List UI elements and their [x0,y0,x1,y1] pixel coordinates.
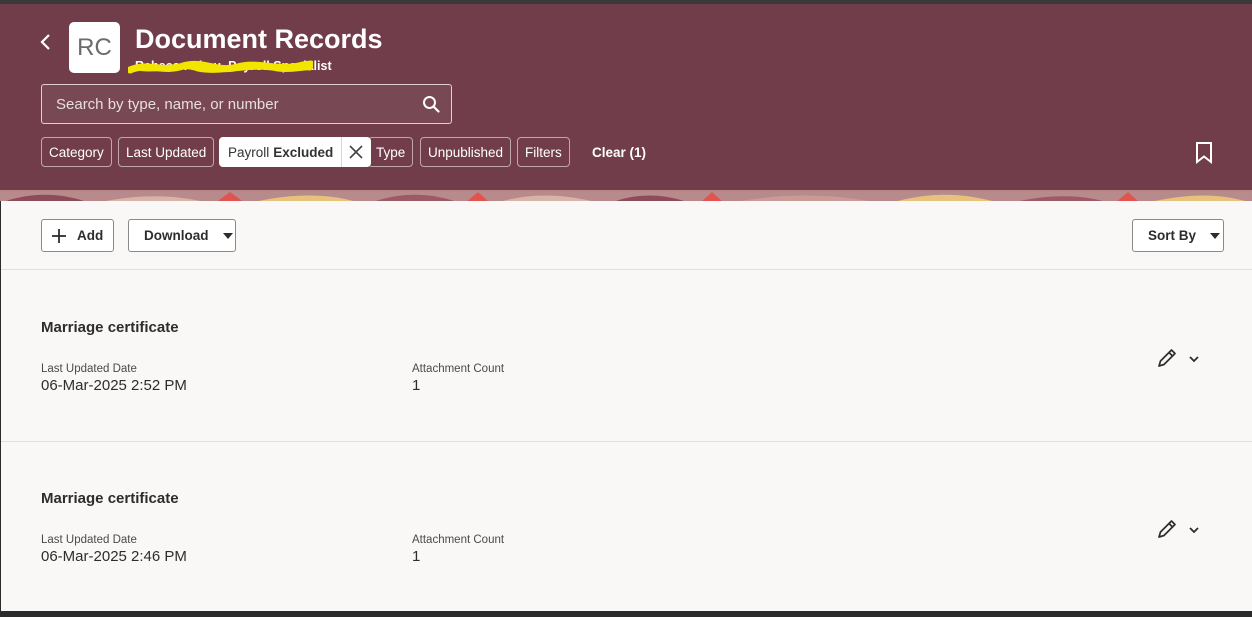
last-updated-label: Last Updated Date [41,534,137,546]
bookmark-icon[interactable] [1192,141,1216,165]
back-button[interactable] [34,28,58,56]
add-button-label: Add [77,228,104,243]
add-button[interactable]: Add [41,219,114,252]
search-button[interactable] [411,85,451,123]
filter-chip-unpublished[interactable]: Unpublished [420,137,512,167]
sort-by-label: Sort By [1148,228,1197,243]
caret-down-icon [222,232,233,239]
caret-down-icon [1210,232,1221,239]
search-icon [423,96,440,113]
chip-label: Last Updated [126,144,207,160]
filter-chip-filters[interactable]: Filters [517,137,570,167]
avatar: RC [69,22,120,73]
chevron-down-icon[interactable] [1187,523,1201,537]
chip-label: Unpublished [428,144,504,160]
chip-label: Filters [525,144,562,160]
chip-label: Payroll [228,144,270,160]
plus-icon [52,228,66,243]
filter-chip-payroll[interactable]: Payroll Excluded [219,137,372,167]
record-title: Marriage certificate [41,319,179,336]
attachment-count-value: 1 [412,548,421,565]
record-title: Marriage certificate [41,490,179,507]
chevron-down-icon[interactable] [1187,352,1201,366]
records-panel: Add Download Sort By Marriage certificat… [1,201,1252,611]
attachment-count-label: Attachment Count [412,363,505,375]
search-input[interactable] [42,85,411,123]
download-button[interactable]: Download [128,219,236,252]
attachment-count-value: 1 [412,377,421,394]
page-title: Document Records [135,24,383,54]
chevron-left-icon [40,34,50,50]
attachment-count-label: Attachment Count [412,534,505,546]
avatar-initials: RC [77,33,112,61]
pencil-icon[interactable] [1156,347,1178,369]
decorative-banner [0,190,1252,201]
list-item[interactable]: Marriage certificate Last Updated Date 0… [1,271,1252,442]
banner-pattern [0,192,1252,201]
chip-value: Excluded [273,144,334,160]
chip-label: Type [376,144,406,160]
search-box [41,84,452,124]
window-bottom-edge [0,611,1252,617]
last-updated-value: 06-Mar-2025 2:52 PM [41,377,187,394]
remove-filter-button[interactable] [342,138,370,166]
chip-label: Category [49,144,104,160]
pencil-icon[interactable] [1156,518,1178,540]
sort-by-button[interactable]: Sort By [1132,219,1224,252]
clear-filters-link[interactable]: Clear (1) [592,145,646,160]
records-toolbar: Add Download Sort By [1,201,1252,270]
last-updated-label: Last Updated Date [41,363,137,375]
download-button-label: Download [144,228,209,243]
filter-chip-type[interactable]: Type [368,137,414,167]
page-header: RC Document Records Rebecca Chau, Payrol… [0,4,1252,190]
page-subtitle: Rebecca Chau, Payroll Specialist [135,59,332,73]
list-item[interactable]: Marriage certificate Last Updated Date 0… [1,442,1252,611]
filter-chip-last-updated[interactable]: Last Updated [118,137,215,167]
filter-chip-category[interactable]: Category [41,137,112,167]
close-icon [349,145,363,159]
last-updated-value: 06-Mar-2025 2:46 PM [41,548,187,565]
